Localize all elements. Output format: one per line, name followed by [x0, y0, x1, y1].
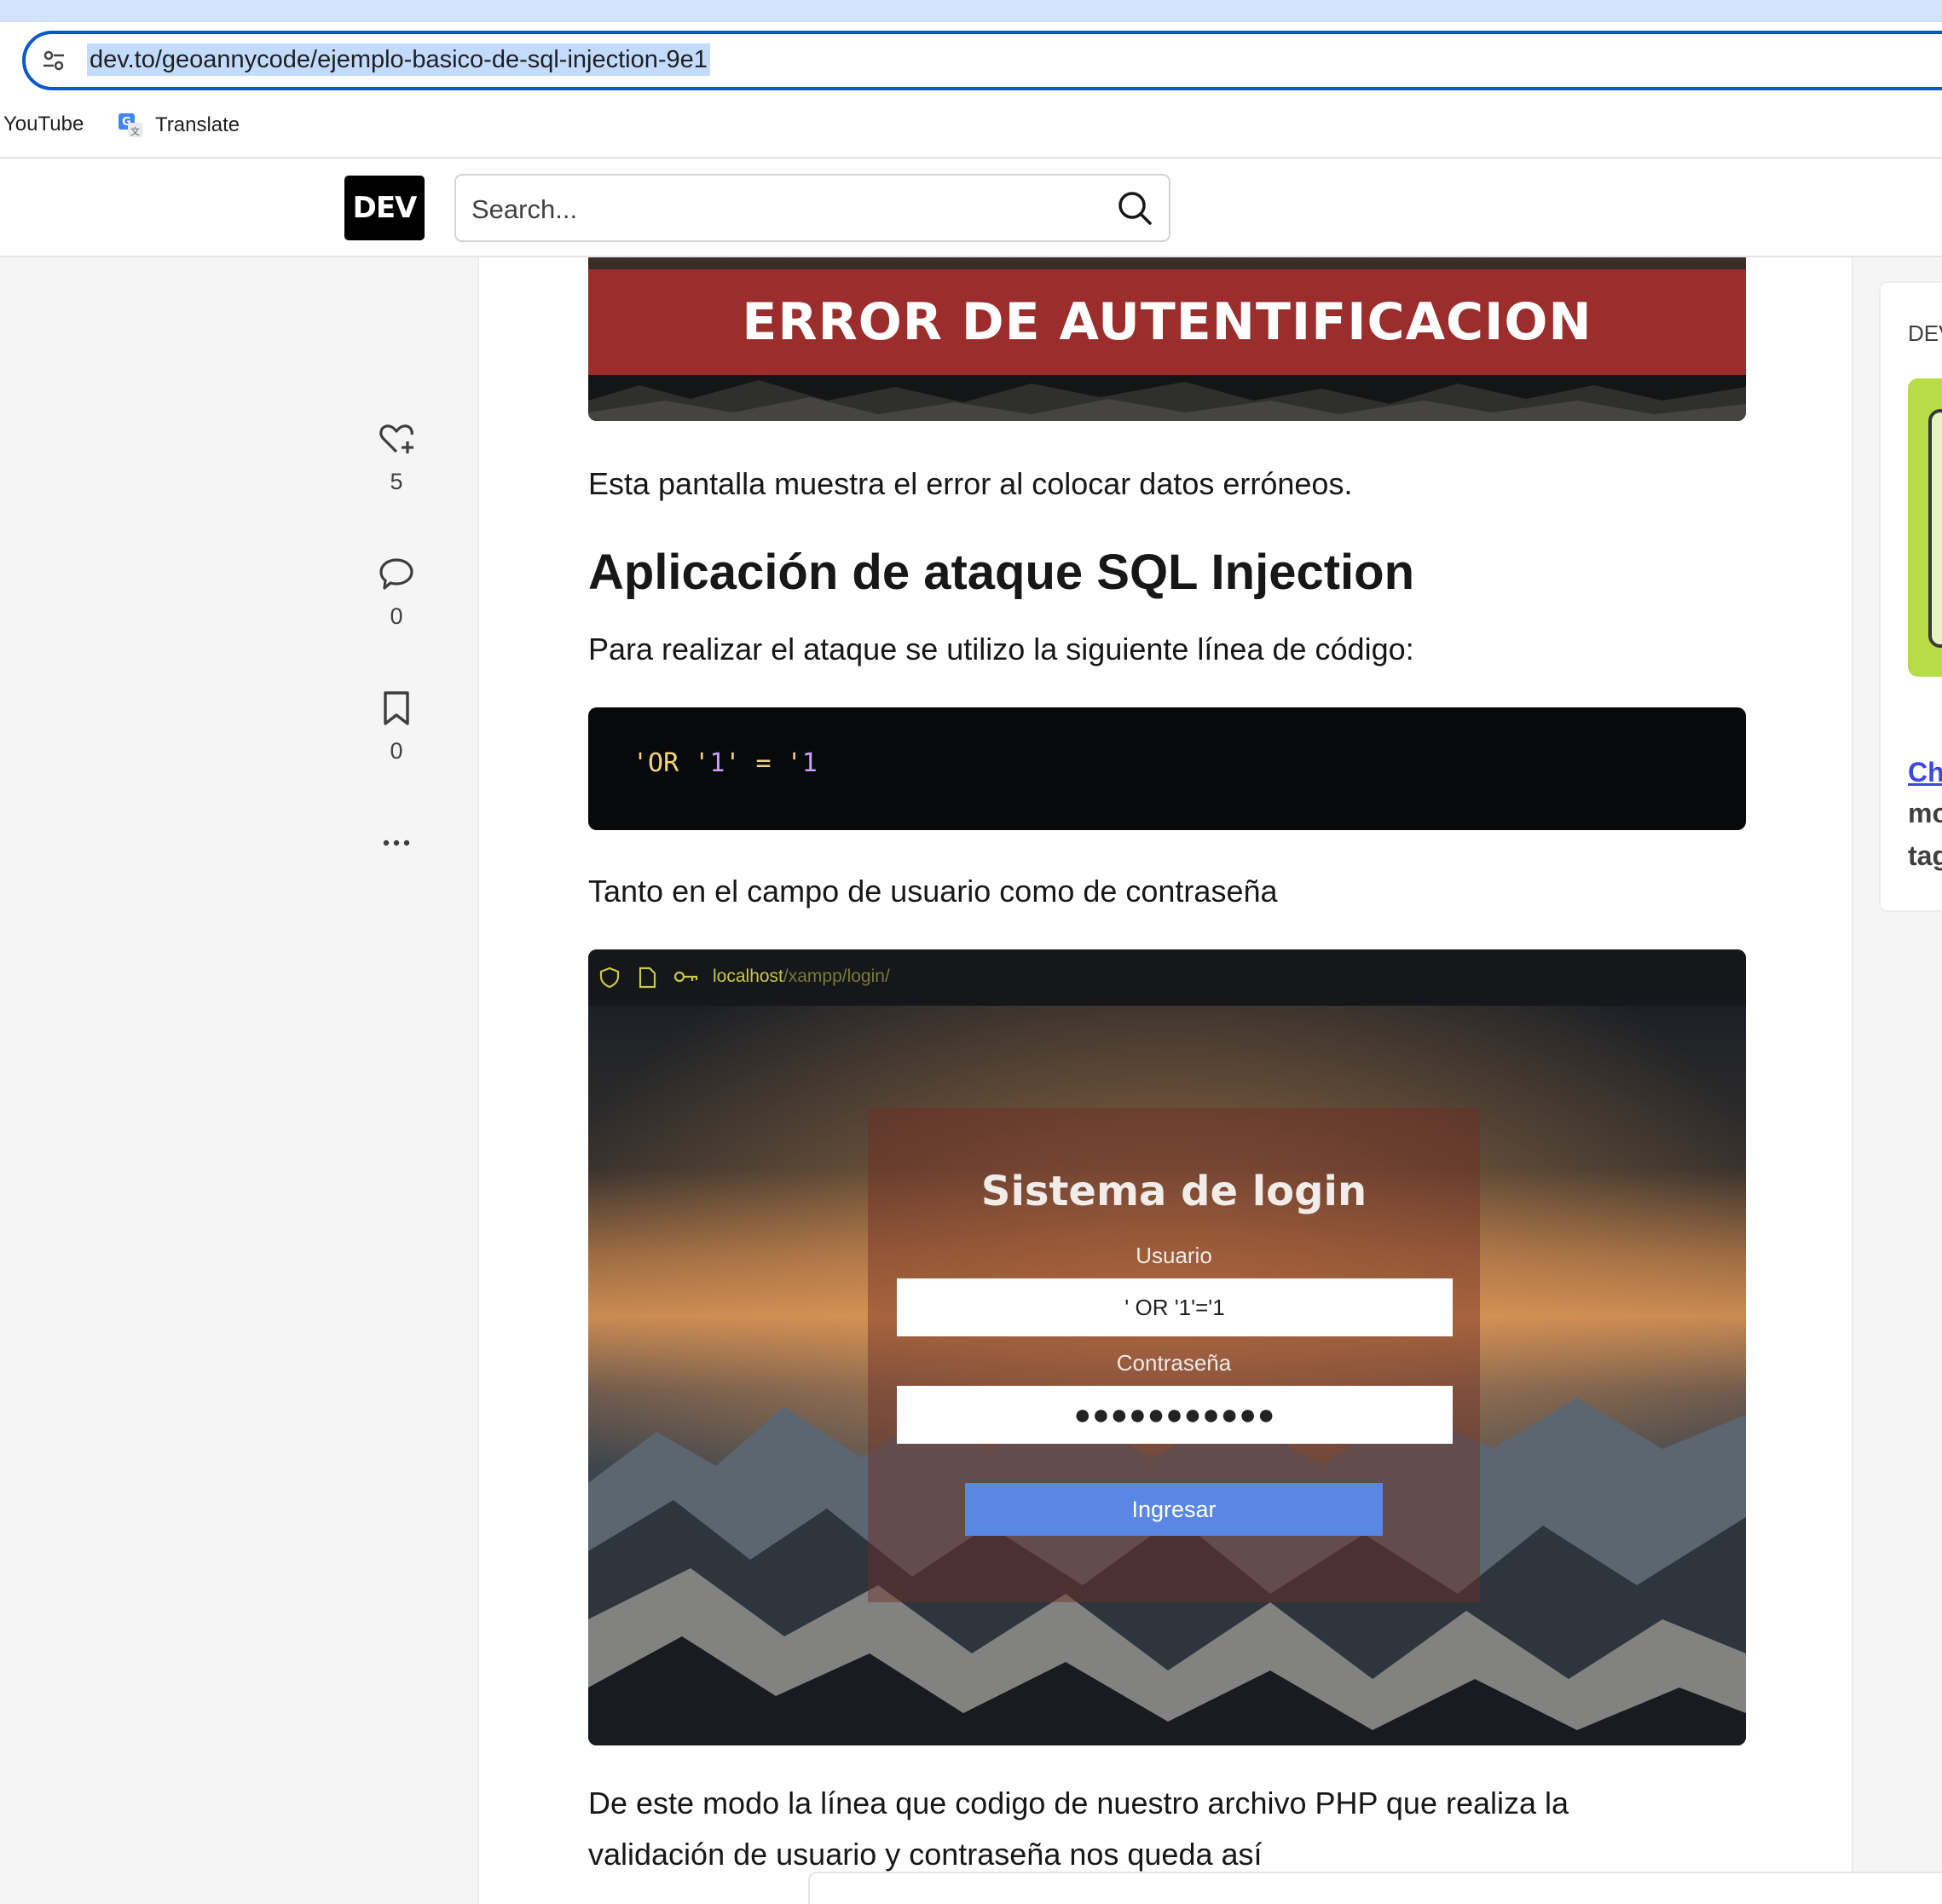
like-count: 5 — [390, 469, 403, 494]
like-button[interactable]: 5 — [350, 419, 443, 495]
page-icon — [639, 966, 656, 989]
mountain-decoration — [588, 375, 1746, 421]
bottom-popover — [808, 1872, 1942, 1904]
username-field: ' OR '1'='1 — [897, 1278, 1453, 1336]
key-icon — [673, 971, 698, 983]
error-banner-text: ERROR DE AUTENTIFICACION — [742, 292, 1592, 352]
address-bar[interactable]: dev.to/geoannycode/ejemplo-basico-de-sql… — [22, 31, 1942, 90]
comment-count: 0 — [390, 603, 403, 629]
heart-plus-icon — [379, 424, 413, 453]
comment-icon — [379, 558, 413, 590]
bookmark-icon — [384, 691, 409, 725]
error-screenshot-image: ERROR DE AUTENTIFICACION — [588, 257, 1746, 421]
bookmark-count: 0 — [390, 738, 403, 764]
error-banner: ERROR DE AUTENTIFICACION — [588, 269, 1746, 375]
more-horizontal-icon — [383, 839, 410, 846]
site-settings-icon[interactable] — [41, 48, 66, 73]
code-token-number: 1 — [709, 748, 725, 778]
login-submit-button: Ingresar — [965, 1483, 1383, 1536]
sidebar-card-label: DEV — [1908, 320, 1942, 346]
login-screenshot-image: localhost/xampp/login/ Sistema de login … — [588, 949, 1746, 1745]
paragraph: De este modo la línea que codigo de nues… — [588, 1786, 1569, 1820]
login-form-card: Sistema de login Usuario ' OR '1'='1 Con… — [868, 1108, 1480, 1602]
code-token-string: ' = ' — [725, 748, 802, 778]
screenshot-browser-bar: localhost/xampp/login/ — [588, 949, 1746, 1006]
svg-text:文: 文 — [130, 125, 140, 137]
google-translate-icon: G 文 — [118, 113, 142, 137]
browser-toolbar: dev.to/geoannycode/ejemplo-basico-de-sql… — [0, 22, 1942, 97]
shield-icon — [599, 966, 620, 989]
password-label: Contraseña — [1116, 1350, 1232, 1376]
promo-device-frame — [1928, 409, 1942, 648]
comment-button[interactable]: 0 — [350, 554, 443, 630]
site-header: DEV Search... — [0, 159, 1942, 257]
bookmark-translate[interactable]: G 文 Translate — [118, 113, 240, 138]
search-icon[interactable] — [1116, 189, 1153, 227]
code-block: 'OR '1' = '1 — [588, 707, 1746, 830]
user-label: Usuario — [1136, 1243, 1212, 1268]
code-token-string: 'OR ' — [633, 748, 710, 778]
search-placeholder: Search... — [471, 194, 578, 224]
sidebar-promo-image — [1908, 378, 1942, 677]
url-text[interactable]: dev.to/geoannycode/ejemplo-basico-de-sql… — [87, 43, 710, 76]
screenshot-url: localhost/xampp/login/ — [713, 966, 890, 987]
sidebar-card-text: tag — [1908, 840, 1942, 871]
browser-tab-strip — [0, 0, 1942, 22]
bookmark-button[interactable]: 0 — [350, 689, 443, 764]
login-title: Sistema de login — [980, 1168, 1367, 1215]
article-body: ERROR DE AUTENTIFICACION Esta pantalla m… — [477, 257, 1853, 1904]
sidebar-card: DEV Ch mo tag — [1879, 281, 1942, 912]
url-host: localhost — [713, 966, 783, 986]
bookmark-label: Translate — [155, 113, 240, 136]
sidebar-card-link[interactable]: Ch — [1908, 757, 1942, 788]
more-options-button[interactable] — [350, 823, 443, 863]
code-token-number: 1 — [801, 748, 818, 778]
paragraph: Tanto en el campo de usuario como de con… — [588, 874, 1278, 909]
url-path: /xampp/login/ — [783, 966, 890, 986]
dev-logo[interactable]: DEV — [344, 176, 425, 240]
paragraph: Esta pantalla muestra el error al coloca… — [588, 466, 1353, 501]
sidebar-card-text: mo — [1908, 798, 1942, 828]
search-input[interactable]: Search... — [454, 174, 1170, 242]
password-field: ●●●●●●●●●●● — [897, 1386, 1453, 1444]
code-line: 'OR '1' = '1 — [633, 748, 818, 778]
bookmark-youtube[interactable]: YouTube — [3, 113, 84, 136]
bookmarks-bar: YouTube G 文 Translate — [0, 97, 1942, 159]
paragraph: Para realizar el ataque se utilizo la si… — [588, 632, 1414, 666]
section-heading: Aplicación de ataque SQL Injection — [588, 545, 1415, 600]
bookmark-label: YouTube — [3, 113, 84, 136]
